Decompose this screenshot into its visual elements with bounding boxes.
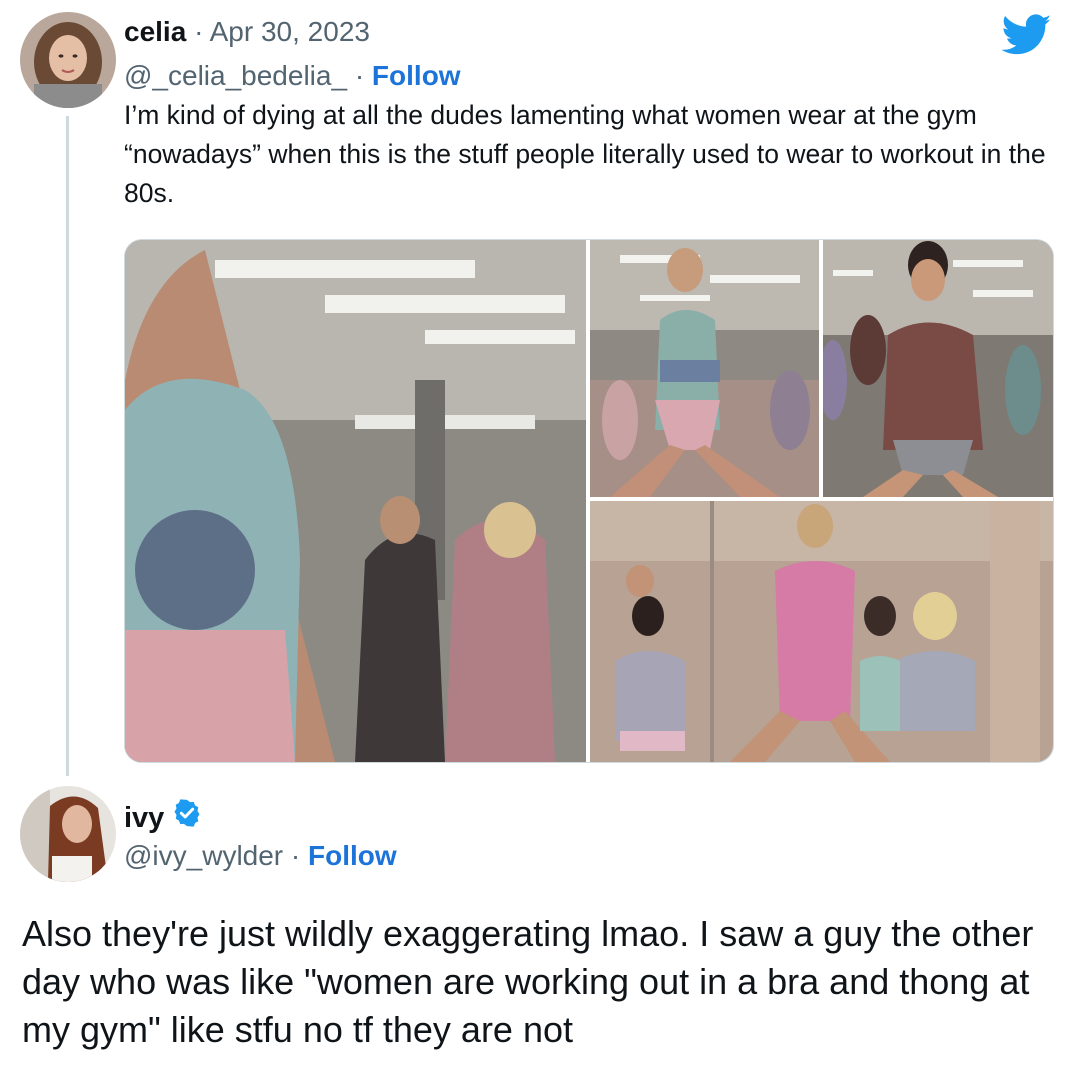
avatar-image (20, 12, 116, 108)
reply-header: ivy (124, 798, 202, 837)
twitter-bird-icon[interactable] (1001, 14, 1052, 61)
author-name[interactable]: celia (124, 16, 186, 47)
follow-button[interactable]: Follow (372, 60, 461, 91)
tweet-date[interactable]: Apr 30, 2023 (210, 16, 370, 47)
avatar-image (20, 786, 116, 882)
reply-author-handle[interactable]: @ivy_wylder (124, 840, 283, 871)
separator-dot: · (354, 60, 365, 91)
author-handle[interactable]: @_celia_bedelia_ (124, 60, 347, 91)
media-photo-2[interactable] (590, 240, 819, 497)
media-photo-4[interactable] (590, 501, 1053, 762)
reply-follow-button[interactable]: Follow (308, 840, 397, 871)
reply-handle-row: @ivy_wylder · Follow (124, 838, 397, 874)
thread-connector-line (66, 116, 69, 776)
tweet-text: I’m kind of dying at all the dudes lamen… (124, 100, 1046, 208)
tweet-handle-row: @_celia_bedelia_ · Follow (124, 58, 461, 94)
verified-badge-icon (172, 798, 202, 837)
media-photo-3[interactable] (823, 240, 1053, 497)
avatar-ivy[interactable] (20, 786, 116, 882)
media-grid (124, 239, 1054, 763)
tweet-header: celia · Apr 30, 2023 (124, 14, 370, 50)
reply-author-name[interactable]: ivy (124, 800, 164, 836)
avatar-celia[interactable] (20, 12, 116, 108)
reply-text: Also they're just wildly exaggerating lm… (22, 913, 1034, 1050)
separator-dot: · (194, 16, 204, 47)
media-photo-1[interactable] (125, 240, 586, 762)
separator-dot: · (290, 840, 301, 871)
